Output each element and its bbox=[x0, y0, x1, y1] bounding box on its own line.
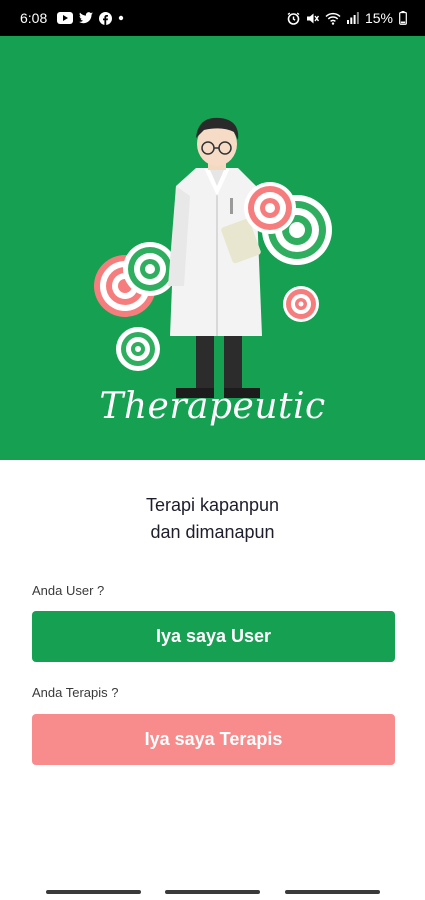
status-bar: 6:08 15% bbox=[0, 0, 425, 36]
nav-recents-handle[interactable] bbox=[46, 890, 141, 894]
user-question-label: Anda User ? bbox=[32, 583, 105, 598]
target-pink-small bbox=[283, 286, 319, 322]
status-time: 6:08 bbox=[20, 10, 48, 26]
terapis-question-label: Anda Terapis ? bbox=[32, 685, 119, 700]
tagline: Terapi kapanpun dan dimanapun bbox=[0, 492, 425, 546]
terapis-button[interactable]: Iya saya Terapis bbox=[32, 714, 395, 765]
twitter-icon bbox=[79, 12, 94, 24]
tagline-line-1: Terapi kapanpun bbox=[145, 495, 280, 515]
target-pink-right bbox=[244, 182, 296, 234]
tagline-line-2: dan dimanapun bbox=[150, 522, 275, 542]
doctor-figure bbox=[168, 117, 262, 398]
battery-icon bbox=[399, 11, 407, 25]
status-bar-right: 15% bbox=[287, 10, 407, 26]
hero-banner: Therapeutic bbox=[0, 36, 425, 460]
facebook-icon bbox=[99, 11, 113, 25]
target-green-left bbox=[123, 242, 177, 296]
navigation-bar bbox=[0, 884, 425, 900]
mute-icon bbox=[306, 12, 319, 25]
signal-icon bbox=[346, 12, 359, 24]
dot-icon bbox=[118, 15, 124, 21]
wifi-icon bbox=[325, 12, 341, 25]
alarm-icon bbox=[287, 11, 300, 25]
youtube-icon bbox=[57, 12, 74, 24]
battery-percentage: 15% bbox=[364, 10, 393, 26]
nav-back-handle[interactable] bbox=[285, 890, 380, 894]
user-button[interactable]: Iya saya User bbox=[32, 611, 395, 662]
nav-home-handle[interactable] bbox=[165, 890, 260, 894]
brand-logo-text: Therapeutic bbox=[99, 386, 326, 427]
target-green-small bbox=[116, 327, 160, 371]
status-bar-left: 6:08 bbox=[20, 10, 124, 26]
